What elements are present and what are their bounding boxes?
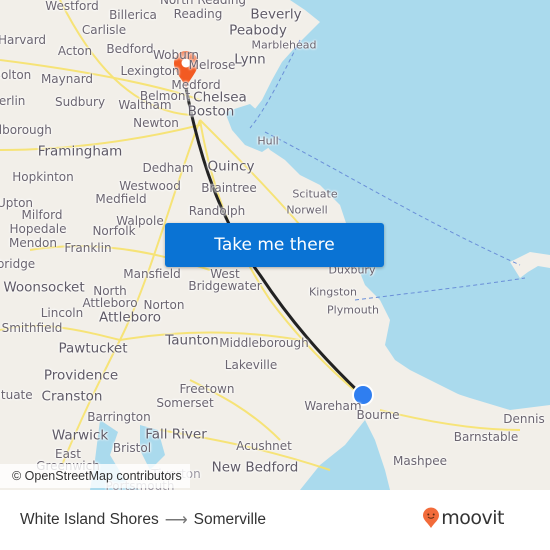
place-label: Scituate (0, 388, 33, 402)
place-label: Woonsocket (3, 279, 85, 296)
place-label: Hopkinton (12, 170, 74, 184)
place-label: New Bedford (211, 459, 299, 476)
place-label: Mashpee (393, 454, 447, 468)
place-label: Kingston (309, 285, 357, 299)
place-label: Belmont (139, 89, 191, 103)
place-label: Braintree (201, 181, 257, 195)
place-label: Medfield (95, 192, 147, 206)
place-label: Dennis (503, 412, 545, 426)
place-label: Marlborough (0, 123, 52, 137)
place-label: North Attleboro (82, 284, 138, 310)
place-label: Newton (133, 116, 179, 130)
origin-name: White Island Shores (20, 511, 159, 528)
brand-name: moovit (441, 507, 504, 529)
place-label: Barrington (87, 410, 151, 424)
place-label: Middleborough (219, 336, 309, 350)
place-label: Randolph (188, 204, 246, 218)
place-label: Acushnet (236, 439, 292, 453)
arrow-right-icon: ⟶ (164, 512, 188, 529)
map-attribution[interactable]: © OpenStreetMap contributors (0, 464, 190, 488)
place-label: Reading (173, 7, 223, 21)
place-label: Harvard (0, 33, 47, 47)
place-label: Lynn (234, 51, 266, 68)
place-label: Cranston (41, 388, 103, 405)
place-label: Mansfield (123, 267, 181, 281)
place-label: Scituate (292, 187, 338, 201)
place-label: Norwell (286, 203, 328, 217)
place-label: Barnstable (453, 430, 519, 444)
place-label: Taunton (165, 332, 219, 349)
place-label: Bristol (112, 441, 152, 455)
place-label: Sudbury (54, 95, 106, 109)
place-label: Beverly (250, 6, 302, 23)
place-label: Peabody (229, 22, 287, 39)
place-label: Milford (21, 208, 63, 222)
route-title: White Island Shores ⟶ Somerville (20, 510, 266, 530)
place-label: Norfolk (92, 224, 136, 238)
place-label: Pawtucket (58, 340, 128, 357)
place-label: Framingham (37, 143, 123, 160)
destination-name: Somerville (193, 511, 267, 528)
place-label: Fall River (145, 426, 207, 443)
place-label: Somerset (156, 396, 214, 410)
place-label: Plymouth (327, 303, 379, 317)
place-label: Marblehead (251, 38, 317, 52)
place-label: Mendon (9, 236, 57, 250)
attribution-text: © OpenStreetMap contributors (12, 469, 182, 483)
place-label: Acton (57, 44, 93, 58)
place-label: Uxbridge (0, 257, 36, 271)
place-label: Lexington (120, 64, 180, 78)
place-label: Maynard (40, 72, 94, 86)
moovit-pin-icon (423, 507, 440, 528)
place-label: Quincy (207, 158, 255, 175)
footer: White Island Shores ⟶ Somerville moovit (0, 490, 550, 550)
place-label: Providence (43, 367, 119, 384)
place-label: Smithfield (1, 321, 63, 335)
place-label: North Reading (159, 0, 247, 7)
place-label: Franklin (64, 241, 112, 255)
place-label: Westford (45, 0, 99, 13)
place-label: Boston (187, 103, 235, 120)
place-label: Dedham (142, 161, 194, 175)
place-label: Lincoln (40, 306, 84, 320)
take-me-there-button[interactable]: Take me there (165, 223, 384, 267)
place-label: Hopedale (9, 222, 67, 236)
place-label: Carlisle (81, 23, 127, 37)
place-label: Bolton (0, 68, 32, 82)
place-label: Hull (257, 134, 279, 148)
place-label: Westwood (119, 179, 181, 193)
place-label: Melrose (188, 58, 236, 72)
place-label: West Bridgewater (188, 267, 262, 293)
place-label: Warwick (51, 427, 109, 444)
place-label: Berlin (0, 94, 26, 108)
place-label: Bourne (356, 408, 400, 422)
place-label: Attleboro (99, 309, 161, 326)
map-view[interactable]: Westford North Reading Billerica Reading… (0, 0, 550, 490)
moovit-logo[interactable]: moovit (422, 507, 504, 529)
place-label: Bedford (106, 42, 154, 56)
place-label: Billerica (109, 8, 157, 22)
place-label: Freetown (179, 382, 235, 396)
place-label: Lakeville (224, 358, 278, 372)
place-label: Wareham (304, 399, 362, 413)
